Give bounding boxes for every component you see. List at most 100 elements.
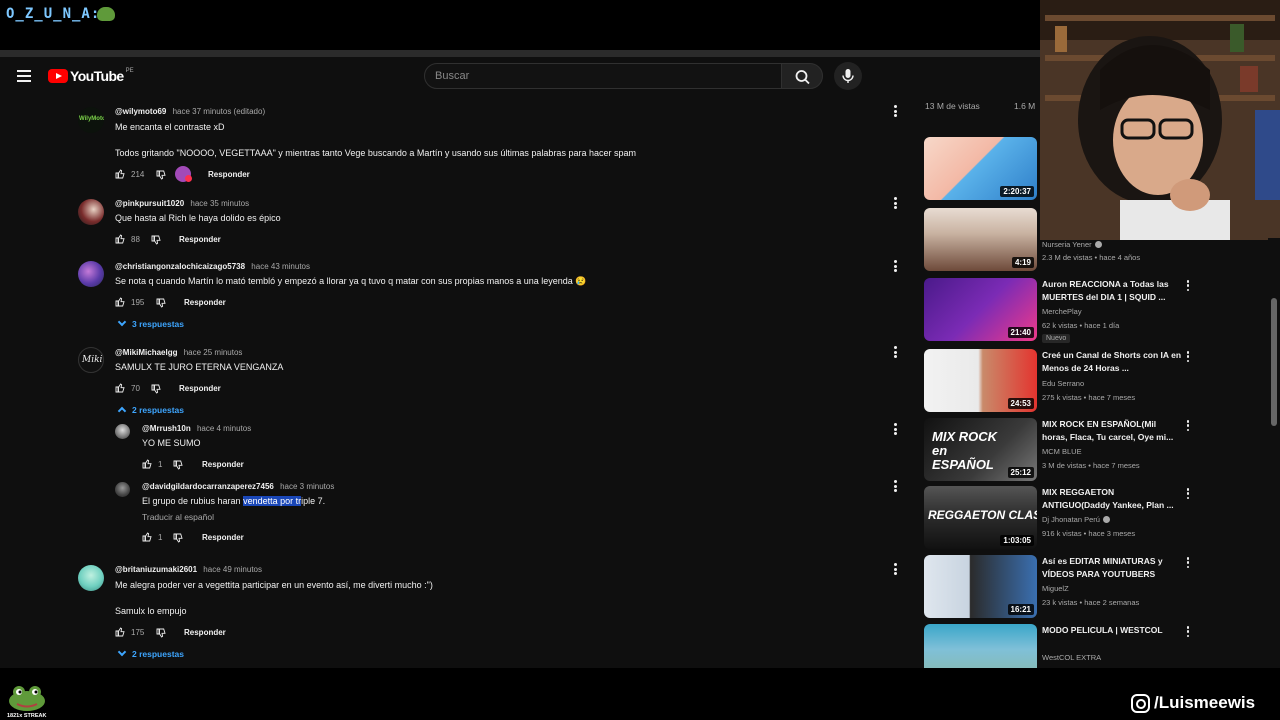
video-title[interactable]: Así es EDITAR MINIATURAS y VÍDEOS PARA Y…	[1042, 555, 1182, 581]
reply-button[interactable]: Responder	[202, 460, 244, 469]
reply-text-end: iple 7.	[301, 496, 326, 506]
video-title[interactable]: MIX ROCK EN ESPAÑOL(Mil horas, Flaca, Tu…	[1042, 418, 1182, 444]
scrollbar-thumb[interactable]	[1271, 298, 1277, 426]
like-icon[interactable]	[115, 169, 125, 179]
related-video[interactable]: 24:53 Creé un Canal de Shorts con IA en …	[924, 349, 1194, 413]
search-input[interactable]: Buscar	[424, 63, 782, 89]
video-meta: 275 k vistas • hace 7 meses	[1042, 393, 1136, 402]
chevron-up-icon	[117, 406, 127, 416]
related-video[interactable]: 21:40 Auron REACCIONA a Todas las MUERTE…	[924, 278, 1194, 343]
reply-button[interactable]: Responder	[179, 235, 221, 244]
related-video[interactable]: MODO PELICULA | WESTCOL WestCOL EXTRA	[924, 624, 1194, 668]
video-title[interactable]: MODO PELICULA | WESTCOL	[1042, 624, 1182, 637]
video-menu-icon[interactable]	[1186, 420, 1190, 431]
show-replies-button[interactable]: 3 respuestas	[117, 317, 184, 329]
hide-replies-button[interactable]: 2 respuestas	[117, 405, 184, 416]
dislike-icon[interactable]	[173, 460, 183, 470]
video-menu-icon[interactable]	[1186, 351, 1190, 362]
like-icon[interactable]	[142, 459, 152, 469]
video-channel[interactable]: WestCOL EXTRA	[1042, 653, 1101, 662]
reply-author[interactable]: @Mrrush10n	[142, 424, 191, 433]
chevron-down-icon	[117, 317, 127, 327]
video-thumbnail[interactable]: 4:19	[924, 208, 1037, 271]
avatar[interactable]	[115, 482, 130, 497]
sidebar-scrollbar[interactable]	[1268, 238, 1280, 668]
like-icon[interactable]	[115, 297, 125, 307]
related-video[interactable]: MIX ROCK en ESPAÑOL 25:12 MIX ROCK EN ES…	[924, 418, 1194, 482]
video-menu-icon[interactable]	[1186, 626, 1190, 637]
avatar[interactable]: Miki	[78, 347, 104, 373]
avatar[interactable]	[78, 565, 104, 591]
like-icon[interactable]	[142, 532, 152, 542]
reply-author[interactable]: @davidgildardocarranzaperez7456	[142, 482, 274, 491]
comment-menu-icon[interactable]	[893, 563, 897, 575]
comment-author[interactable]: @MikiMichaelgg	[115, 348, 177, 357]
dislike-icon[interactable]	[151, 384, 161, 394]
comment-time[interactable]: hace 49 minutos	[203, 565, 262, 574]
video-thumbnail[interactable]	[924, 624, 1037, 668]
video-title[interactable]: Creé un Canal de Shorts con IA en Menos …	[1042, 349, 1182, 375]
video-thumbnail[interactable]: REGGAETON CLASICO 1:03:05	[924, 486, 1037, 549]
video-channel[interactable]: MerchePlay	[1042, 307, 1082, 316]
video-menu-icon[interactable]	[1186, 557, 1190, 568]
dislike-icon[interactable]	[156, 628, 166, 638]
video-channel[interactable]: Nurseria Yener	[1042, 240, 1102, 249]
comment-menu-icon[interactable]	[893, 346, 897, 358]
avatar[interactable]: WilyMoto	[78, 107, 104, 133]
comment-author[interactable]: @britaniuzumaki2601	[115, 565, 197, 574]
video-channel[interactable]: MCM BLUE	[1042, 447, 1082, 456]
show-replies-button[interactable]: 2 respuestas	[117, 647, 184, 659]
video-menu-icon[interactable]	[1186, 488, 1190, 499]
reply-button[interactable]: Responder	[184, 298, 226, 307]
comment-author[interactable]: @wilymoto69	[115, 107, 166, 116]
video-thumbnail[interactable]: 16:21	[924, 555, 1037, 618]
like-icon[interactable]	[115, 383, 125, 393]
video-thumbnail[interactable]: MIX ROCK en ESPAÑOL 25:12	[924, 418, 1037, 481]
reply-time[interactable]: hace 4 minutos	[197, 424, 251, 433]
comment-menu-icon[interactable]	[893, 197, 897, 209]
comment-author[interactable]: @christiangonzalochicaizago5738	[115, 262, 245, 271]
related-video[interactable]: 16:21 Así es EDITAR MINIATURAS y VÍDEOS …	[924, 555, 1194, 619]
video-thumbnail[interactable]: 21:40	[924, 278, 1037, 341]
dislike-icon[interactable]	[151, 235, 161, 245]
comment-time[interactable]: hace 37 minutos (editado)	[173, 107, 266, 116]
avatar[interactable]	[115, 424, 130, 439]
video-channel[interactable]: Edu Serrano	[1042, 379, 1084, 388]
like-icon[interactable]	[115, 627, 125, 637]
reply-button[interactable]: Responder	[184, 628, 226, 637]
comment-time[interactable]: hace 35 minutos	[190, 199, 249, 208]
dislike-icon[interactable]	[156, 298, 166, 308]
dislike-icon[interactable]	[173, 533, 183, 543]
video-channel[interactable]: Dj Jhonatan Perú	[1042, 515, 1110, 524]
translate-link[interactable]: Traducir al español	[142, 512, 214, 522]
dislike-icon[interactable]	[156, 170, 166, 180]
like-icon[interactable]	[115, 234, 125, 244]
avatar[interactable]	[78, 199, 104, 225]
voice-search-button[interactable]	[834, 62, 862, 90]
related-video[interactable]: REGGAETON CLASICO 1:03:05 MIX REGGAETON …	[924, 486, 1194, 550]
reply-button[interactable]: Responder	[202, 533, 244, 542]
selected-text[interactable]: vendetta por tr	[243, 496, 302, 506]
video-thumbnail[interactable]: 2:20:37	[924, 137, 1037, 200]
video-title[interactable]: Auron REACCIONA a Todas las MUERTES del …	[1042, 278, 1182, 304]
video-channel[interactable]: MiguelZ	[1042, 584, 1069, 593]
reply-time[interactable]: hace 3 minutos	[280, 482, 334, 491]
video-menu-icon[interactable]	[1186, 280, 1190, 291]
avatar[interactable]	[78, 261, 104, 287]
like-count: 70	[131, 384, 140, 393]
logo-wordmark: YouTube	[70, 68, 124, 84]
reply-button[interactable]: Responder	[208, 170, 250, 179]
comment-menu-icon[interactable]	[893, 105, 897, 117]
video-thumbnail[interactable]: 24:53	[924, 349, 1037, 412]
video-title[interactable]: MIX REGGAETON ANTIGUO(Daddy Yankee, Plan…	[1042, 486, 1182, 512]
comment-time[interactable]: hace 43 minutos	[251, 262, 310, 271]
comment-time[interactable]: hace 25 minutos	[184, 348, 243, 357]
menu-icon[interactable]	[17, 70, 31, 82]
reply-menu-icon[interactable]	[893, 480, 897, 492]
reply-menu-icon[interactable]	[893, 423, 897, 435]
comment-author[interactable]: @pinkpursuit1020	[115, 199, 184, 208]
comment-menu-icon[interactable]	[893, 260, 897, 272]
reply-button[interactable]: Responder	[179, 384, 221, 393]
search-button[interactable]	[781, 63, 823, 89]
youtube-logo[interactable]: YouTube PE	[48, 68, 134, 84]
